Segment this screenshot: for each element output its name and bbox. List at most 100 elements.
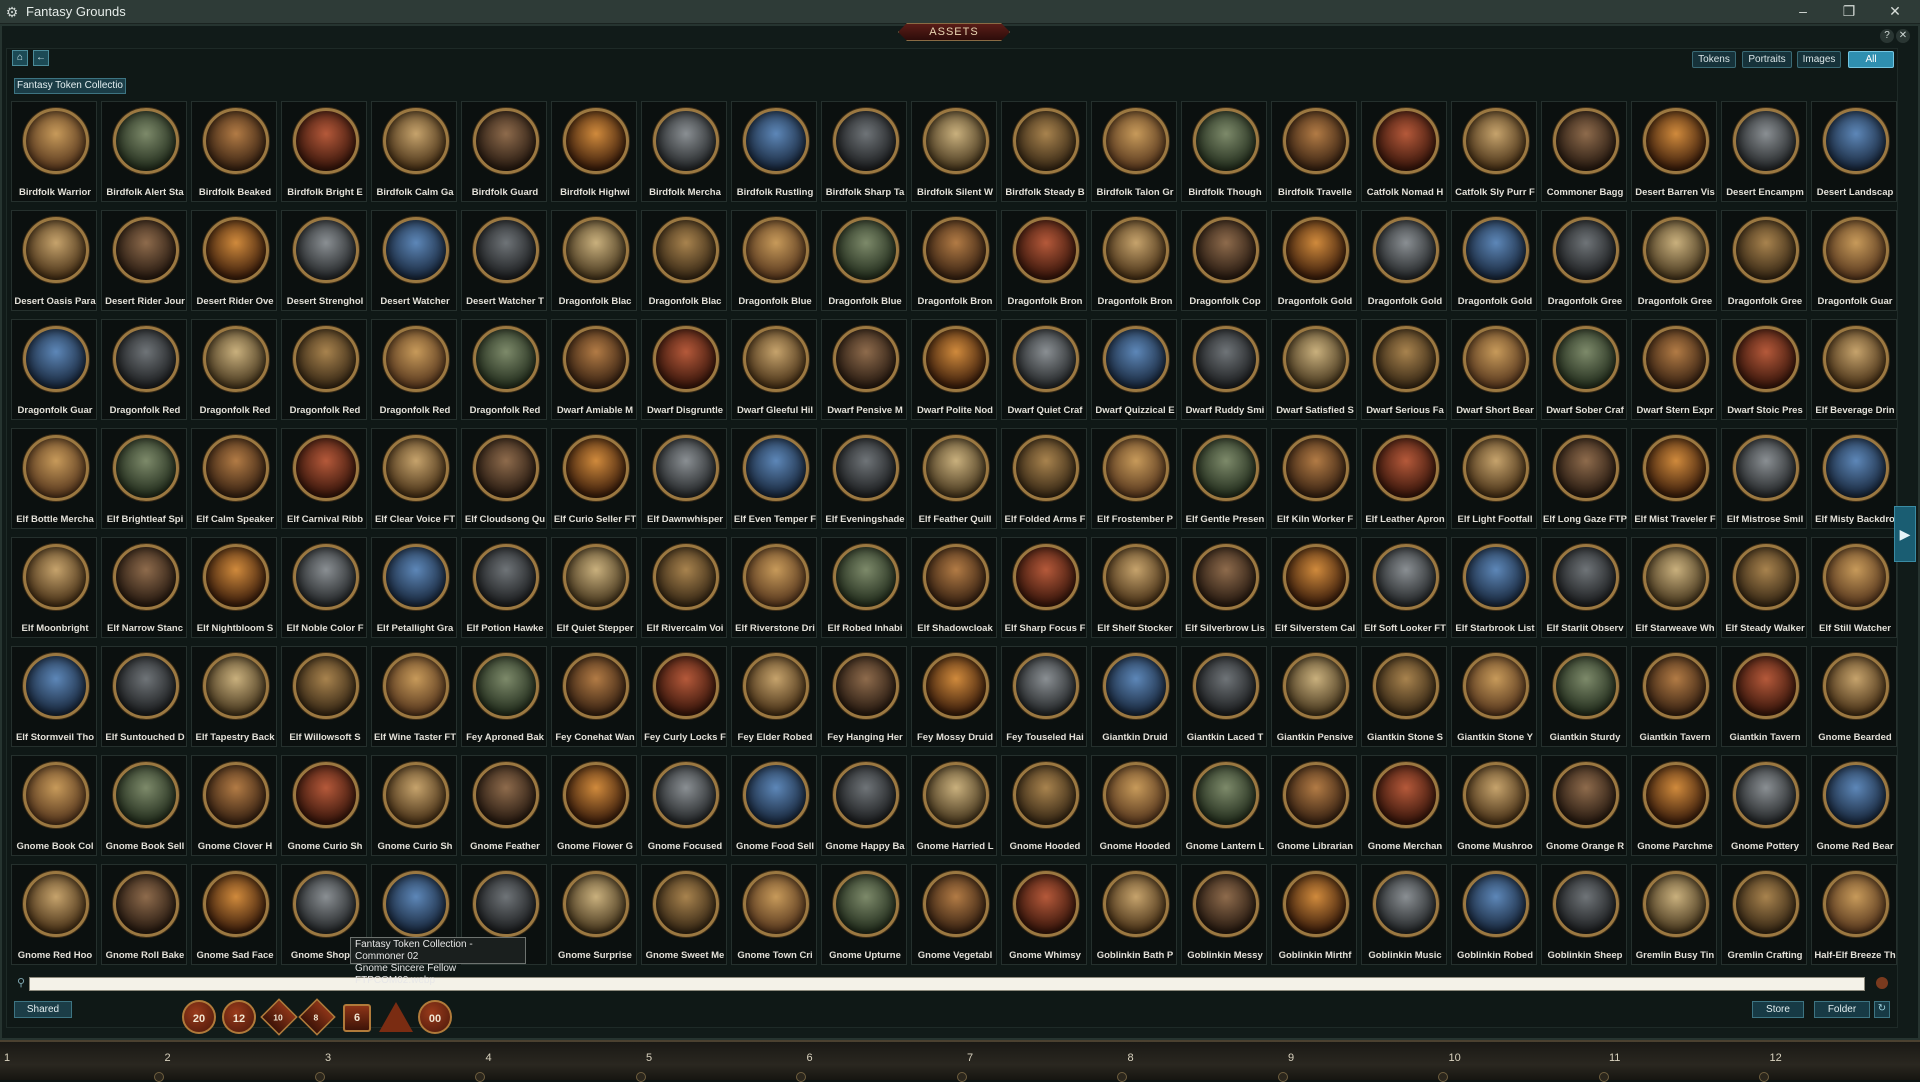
asset-tile[interactable]: Gnome Curio Sh xyxy=(371,755,457,856)
asset-tile[interactable]: Giantkin Pensive xyxy=(1271,646,1357,747)
asset-tile[interactable]: Dwarf Quiet Craf xyxy=(1001,319,1087,420)
asset-tile[interactable]: Fey Aproned Bak xyxy=(461,646,547,747)
asset-tile[interactable]: Goblinkin Messy xyxy=(1181,864,1267,965)
asset-tile[interactable]: Dragonfolk Red xyxy=(281,319,367,420)
asset-tile[interactable]: Dragonfolk Red xyxy=(101,319,187,420)
asset-tile[interactable]: Dragonfolk Bron xyxy=(1001,210,1087,311)
asset-tile[interactable]: Dragonfolk Gree xyxy=(1631,210,1717,311)
asset-tile[interactable]: Elf Rivercalm Voi xyxy=(641,537,727,638)
asset-tile[interactable]: Dwarf Stoic Pres xyxy=(1721,319,1807,420)
asset-tile[interactable]: Fey Touseled Hai xyxy=(1001,646,1087,747)
asset-tile[interactable]: Gnome Surprise xyxy=(551,864,637,965)
asset-tile[interactable]: Gnome Merchan xyxy=(1361,755,1447,856)
asset-tile[interactable]: Elf Silverbrow Lis xyxy=(1181,537,1267,638)
asset-tile[interactable]: Gnome Red Hoo xyxy=(11,864,97,965)
breadcrumb[interactable]: Fantasy Token Collectio xyxy=(14,78,126,94)
asset-tile[interactable]: Gnome Harried L xyxy=(911,755,997,856)
asset-tile[interactable]: Dwarf Polite Nod xyxy=(911,319,997,420)
asset-tile[interactable]: Dragonfolk Red xyxy=(461,319,547,420)
asset-tile[interactable]: Fey Hanging Her xyxy=(821,646,907,747)
asset-tile[interactable]: Gnome Orange R xyxy=(1541,755,1627,856)
asset-tile[interactable]: Elf Wine Taster FT xyxy=(371,646,457,747)
asset-tile[interactable]: Elf Calm Speaker xyxy=(191,428,277,529)
asset-tile[interactable]: Elf Mist Traveler F xyxy=(1631,428,1717,529)
asset-tile[interactable]: Elf Feather Quill xyxy=(911,428,997,529)
asset-tile[interactable]: Gnome Book Col xyxy=(11,755,97,856)
asset-tile[interactable]: Elf Kiln Worker F xyxy=(1271,428,1357,529)
asset-tile[interactable]: Elf Noble Color F xyxy=(281,537,367,638)
asset-tile[interactable]: Elf Soft Looker FT xyxy=(1361,537,1447,638)
hotkey-slot[interactable] xyxy=(1599,1072,1609,1082)
asset-tile[interactable]: Elf Moonbright xyxy=(11,537,97,638)
asset-tile[interactable]: Birdfolk Sharp Ta xyxy=(821,101,907,202)
asset-tile[interactable]: Birdfolk Alert Sta xyxy=(101,101,187,202)
asset-tile[interactable]: Dragonfolk Blac xyxy=(641,210,727,311)
asset-tile[interactable]: Gremlin Crafting xyxy=(1721,864,1807,965)
asset-tile[interactable]: Dragonfolk Gold xyxy=(1361,210,1447,311)
asset-tile[interactable]: Elf Eveningshade xyxy=(821,428,907,529)
asset-tile[interactable]: Goblinkin Sheep xyxy=(1541,864,1627,965)
asset-tile[interactable]: Elf Cloudsong Qu xyxy=(461,428,547,529)
hotkey-slot[interactable] xyxy=(796,1072,806,1082)
back-arrow-icon[interactable]: ← xyxy=(33,50,49,66)
asset-tile[interactable]: Giantkin Stone Y xyxy=(1451,646,1537,747)
asset-tile[interactable]: Dragonfolk Red xyxy=(371,319,457,420)
asset-tile[interactable]: Elf Mistrose Smil xyxy=(1721,428,1807,529)
asset-tile[interactable]: Elf Potion Hawke xyxy=(461,537,547,638)
asset-tile[interactable]: Elf Narrow Stanc xyxy=(101,537,187,638)
asset-tile[interactable]: Dwarf Pensive M xyxy=(821,319,907,420)
hotkey-slot[interactable] xyxy=(1759,1072,1769,1082)
asset-tile[interactable]: Elf Riverstone Dri xyxy=(731,537,817,638)
asset-tile[interactable]: Elf Tapestry Back xyxy=(191,646,277,747)
asset-tile[interactable]: Birdfolk Highwi xyxy=(551,101,637,202)
asset-tile[interactable]: Giantkin Tavern xyxy=(1631,646,1717,747)
asset-tile[interactable]: Dwarf Gleeful Hil xyxy=(731,319,817,420)
asset-tile[interactable]: Dwarf Quizzical E xyxy=(1091,319,1177,420)
asset-tile[interactable]: Dragonfolk Gold xyxy=(1271,210,1357,311)
asset-tile[interactable]: Gnome Hooded xyxy=(1001,755,1087,856)
asset-tile[interactable]: Giantkin Sturdy xyxy=(1541,646,1627,747)
asset-tile[interactable]: Gnome Flower G xyxy=(551,755,637,856)
asset-tile[interactable]: Elf Beverage Drin xyxy=(1811,319,1897,420)
asset-tile[interactable]: Gnome Roll Bake xyxy=(101,864,187,965)
close-window-button[interactable]: ✕ xyxy=(1872,0,1918,24)
asset-tile[interactable]: Elf Gentle Presen xyxy=(1181,428,1267,529)
asset-tile[interactable]: Gnome Feather xyxy=(461,755,547,856)
asset-tile[interactable]: Gnome Sweet Me xyxy=(641,864,727,965)
hotkey-slot[interactable] xyxy=(1117,1072,1127,1082)
asset-tile[interactable]: Gnome Book Sell xyxy=(101,755,187,856)
asset-tile[interactable]: Elf Silverstem Cal xyxy=(1271,537,1357,638)
asset-tile[interactable]: Half-Elf Breeze Th xyxy=(1811,864,1897,965)
asset-tile[interactable]: Desert Watcher xyxy=(371,210,457,311)
asset-tile[interactable]: Elf Steady Walker xyxy=(1721,537,1807,638)
asset-tile[interactable]: Fey Conehat Wan xyxy=(551,646,637,747)
asset-tile[interactable]: Birdfolk Steady B xyxy=(1001,101,1087,202)
hotkey-slot[interactable] xyxy=(636,1072,646,1082)
asset-tile[interactable]: Desert Encampm xyxy=(1721,101,1807,202)
asset-tile[interactable]: Dragonfolk Red xyxy=(191,319,277,420)
d6-die-icon[interactable]: 6 xyxy=(343,1004,371,1032)
asset-tile[interactable]: Desert Strenghol xyxy=(281,210,367,311)
asset-tile[interactable]: Giantkin Druid xyxy=(1091,646,1177,747)
asset-tile[interactable]: Gnome Librarian xyxy=(1271,755,1357,856)
maximize-button[interactable]: ❐ xyxy=(1826,0,1872,24)
hotkey-slot[interactable] xyxy=(315,1072,325,1082)
asset-tile[interactable]: Elf Light Footfall xyxy=(1451,428,1537,529)
asset-tile[interactable]: Catfolk Nomad H xyxy=(1361,101,1447,202)
asset-tile[interactable]: Gnome Hooded xyxy=(1091,755,1177,856)
asset-tile[interactable]: Dragonfolk Guar xyxy=(1811,210,1897,311)
store-button[interactable]: Store xyxy=(1752,1001,1804,1018)
asset-tile[interactable]: Gnome Pottery xyxy=(1721,755,1807,856)
asset-tile[interactable]: Birdfolk Though xyxy=(1181,101,1267,202)
asset-tile[interactable]: Fey Mossy Druid xyxy=(911,646,997,747)
asset-tile[interactable]: Dwarf Satisfied S xyxy=(1271,319,1357,420)
asset-tile[interactable]: Elf Clear Voice FT xyxy=(371,428,457,529)
asset-tile[interactable]: Dragonfolk Blue xyxy=(821,210,907,311)
hotkey-slot[interactable] xyxy=(957,1072,967,1082)
d12-die-icon[interactable]: 12 xyxy=(222,1000,256,1034)
asset-tile[interactable]: Elf Nightbloom S xyxy=(191,537,277,638)
minimize-button[interactable]: – xyxy=(1780,0,1826,24)
asset-tile[interactable]: Elf Even Temper F xyxy=(731,428,817,529)
asset-tile[interactable]: Elf Carnival Ribb xyxy=(281,428,367,529)
asset-tile[interactable]: Elf Bottle Mercha xyxy=(11,428,97,529)
